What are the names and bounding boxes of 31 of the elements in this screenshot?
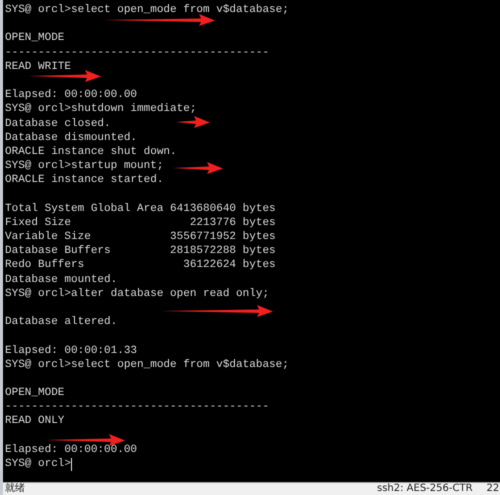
terminal-line: ORACLE instance started. xyxy=(5,173,164,188)
terminal-line: Elapsed: 00:00:00.00 xyxy=(5,88,138,102)
terminal-line: ---------------------------------------- xyxy=(5,46,270,60)
terminal-line: ---------------------------------------- xyxy=(5,400,270,414)
terminal-line: SYS@ orcl>select open_mode from v$database; xyxy=(5,3,289,18)
terminal-line: Database mounted. xyxy=(5,272,118,287)
terminal-line: SYS@ orcl>shutdown immediate; xyxy=(5,102,196,116)
arrow-annotation xyxy=(176,116,210,128)
terminal-line: READ ONLY xyxy=(5,414,64,429)
terminal-line: Variable Size 3556771952 bytes xyxy=(5,230,276,244)
column-number: 22 xyxy=(486,483,500,495)
terminal-line: ORACLE instance shut down. xyxy=(5,144,177,160)
terminal-line: OPEN_MODE xyxy=(5,386,64,400)
terminal-line: Elapsed: 00:00:00.00 xyxy=(5,442,138,457)
terminal-line: OPEN_MODE xyxy=(5,31,64,46)
terminal-prompt: SYS@ orcl> xyxy=(5,457,72,472)
terminal-line: Database closed. xyxy=(5,116,111,131)
terminal-line: READ WRITE xyxy=(5,60,72,74)
terminal-line: SYS@ orcl>startup mount; xyxy=(5,159,164,174)
terminal-line: Fixed Size 2213776 bytes xyxy=(5,216,276,230)
terminal-line: Database Buffers 2818572288 bytes xyxy=(5,244,276,258)
terminal-line: Total System Global Area 6413680640 bytes xyxy=(5,202,276,216)
terminal-line: Database altered. xyxy=(5,315,118,330)
status-text: 就绪 xyxy=(5,483,25,495)
connection-info: ssh2: AES-256-CTR xyxy=(377,483,473,495)
terminal-line: SYS@ orcl>alter database open read only; xyxy=(5,286,270,301)
terminal-line: Elapsed: 00:00:01.33 xyxy=(5,344,138,358)
terminal-line: Database dismounted. xyxy=(5,130,138,145)
terminal-line: SYS@ orcl>select open_mode from v$database; xyxy=(5,358,289,372)
text-cursor xyxy=(71,458,72,471)
terminal-line: Redo Buffers 36122624 bytes xyxy=(5,258,276,273)
